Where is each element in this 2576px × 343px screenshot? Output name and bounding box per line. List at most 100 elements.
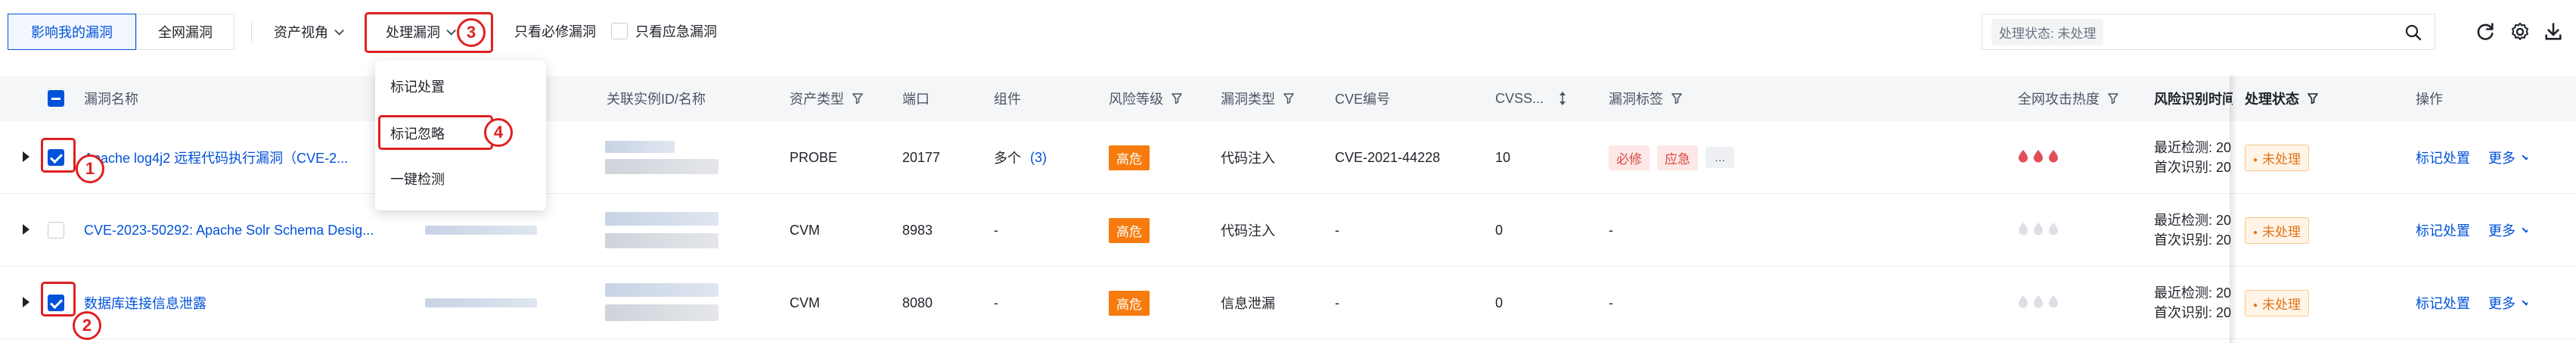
select-all-checkbox[interactable] — [48, 90, 64, 107]
status-cell: 未处理 — [2245, 267, 2310, 339]
component-text: - — [994, 295, 998, 310]
mark-handle-link[interactable]: 标记处置 — [2416, 121, 2470, 194]
only-emergency-checkbox[interactable]: 只看应急漏洞 — [611, 21, 717, 41]
vuln-name-link[interactable]: Apache log4j2 远程代码执行漏洞（CVE-2... — [84, 121, 402, 194]
risk-badge: 高危 — [1109, 290, 1150, 316]
filter-icon[interactable] — [1283, 92, 1295, 104]
select-all-cell[interactable] — [48, 76, 64, 121]
vuln-name-text: CVE-2023-50292: Apache Solr Schema Desig… — [84, 222, 374, 238]
filter-tag-status[interactable]: 处理状态: 未处理 — [1991, 18, 2104, 45]
status-badge: 未处理 — [2245, 289, 2310, 316]
port-text: 20177 — [902, 149, 941, 165]
tab-all-vulns[interactable]: 全网漏洞 — [136, 14, 234, 50]
row-select-cell[interactable] — [48, 194, 64, 267]
cve-text: CVE-2021-44228 — [1335, 149, 1441, 165]
col-risk-time: 风险识别时间 — [2154, 76, 2233, 121]
highlight-mark-ignore — [378, 115, 493, 150]
sort-icon[interactable] — [1557, 91, 1568, 106]
risk-cell: 高危 — [1109, 194, 1150, 267]
cvss-text: 0 — [1495, 295, 1504, 310]
table-row[interactable]: 数据库连接信息泄露 CVM 8080 - 高危 信息泄漏 - 0 - 最近检测:… — [0, 267, 2576, 339]
gear-icon[interactable] — [2509, 21, 2531, 42]
mark-handle-link[interactable]: 标记处置 — [2416, 267, 2470, 339]
mark-handle-text: 标记处置 — [2416, 296, 2470, 311]
risk-badge: 高危 — [1109, 145, 1150, 170]
status-badge: 未处理 — [2245, 217, 2310, 244]
risk-cell: 高危 — [1109, 121, 1150, 194]
vuln-name-link[interactable]: 数据库连接信息泄露 — [84, 267, 402, 339]
tags-cell: - — [1609, 267, 1613, 339]
status-cell: 未处理 — [2245, 121, 2310, 194]
only-must-fix-label: 只看必修漏洞 — [514, 24, 596, 39]
col-risk-time-label: 风险识别时间 — [2154, 92, 2233, 107]
filter-icon[interactable] — [852, 92, 864, 104]
chevron-down-icon — [2522, 224, 2528, 233]
refresh-icon[interactable] — [2475, 21, 2496, 42]
col-heat-label: 全网攻击热度 — [2018, 92, 2100, 107]
row-checkbox[interactable] — [48, 222, 64, 239]
vuln-type-cell: 代码注入 — [1221, 194, 1275, 267]
col-asset-type-label: 资产类型 — [790, 92, 844, 107]
menu-item-mark-handle[interactable]: 标记处置 — [381, 68, 540, 104]
status-cell: 未处理 — [2245, 194, 2310, 267]
mark-handle-link[interactable]: 标记处置 — [2416, 194, 2470, 267]
tag-more[interactable]: ... — [1705, 147, 1735, 168]
chevron-down-icon — [2522, 151, 2528, 161]
col-tags: 漏洞标签 — [1609, 76, 1683, 121]
tab-affecting-me[interactable]: 影响我的漏洞 — [8, 14, 136, 50]
vuln-type-cell: 信息泄漏 — [1221, 267, 1275, 339]
expand-row-icon[interactable] — [23, 297, 29, 307]
asset-type-text: CVM — [790, 295, 820, 310]
toolbar-divider — [251, 21, 252, 42]
filter-search-input[interactable]: 处理状态: 未处理 — [1982, 14, 2435, 50]
risk-cell: 高危 — [1109, 267, 1150, 339]
step-badge: 2 — [73, 311, 101, 340]
menu-item-one-click-detect[interactable]: 一键检测 — [381, 161, 540, 197]
col-port: 端口 — [902, 76, 930, 121]
more-actions-dropdown[interactable]: 更多 — [2488, 194, 2528, 267]
filter-icon[interactable] — [1171, 92, 1183, 104]
only-must-fix-checkbox[interactable]: 只看必修漏洞 — [514, 21, 596, 41]
redacted-block — [605, 233, 718, 248]
asset-type-cell: CVM — [790, 194, 820, 267]
expand-row-icon[interactable] — [23, 151, 29, 162]
filter-icon[interactable] — [2307, 92, 2319, 104]
vuln-type-cell: 代码注入 — [1221, 121, 1275, 194]
filter-icon[interactable] — [2107, 92, 2119, 104]
heat-cell — [2018, 267, 2059, 339]
col-ops-label: 操作 — [2416, 92, 2443, 107]
more-actions-dropdown[interactable]: 更多 — [2488, 267, 2528, 339]
chevron-down-icon — [2522, 297, 2528, 306]
chevron-down-icon — [334, 25, 344, 36]
mark-handle-text: 标记处置 — [2416, 223, 2470, 239]
expand-row-icon[interactable] — [23, 224, 29, 235]
risk-time-cell: 最近检测: 20 首次识别: 20 — [2154, 121, 2233, 194]
redacted-block — [605, 159, 718, 174]
highlight-row-checkbox — [41, 282, 76, 316]
col-name-label: 漏洞名称 — [84, 92, 138, 107]
filter-icon[interactable] — [1671, 92, 1683, 104]
component-cell: - — [994, 194, 998, 267]
component-cell: - — [994, 267, 998, 339]
vuln-name-link[interactable]: CVE-2023-50292: Apache Solr Schema Desig… — [84, 194, 402, 267]
download-icon[interactable] — [2543, 21, 2564, 42]
component-text: - — [994, 222, 998, 238]
cve-text: - — [1335, 295, 1339, 310]
search-icon[interactable] — [2404, 23, 2422, 42]
col-vuln-type-label: 漏洞类型 — [1221, 92, 1275, 107]
component-text: 多个 — [994, 151, 1021, 166]
redacted-block — [605, 141, 675, 153]
checkbox-box[interactable] — [611, 23, 628, 39]
component-count-link[interactable]: (3) — [1030, 150, 1047, 166]
col-cvss-label: CVSS... — [1495, 90, 1544, 106]
col-cve: CVE编号 — [1335, 76, 1390, 121]
asset-view-dropdown[interactable]: 资产视角 — [265, 14, 350, 50]
more-actions-dropdown[interactable]: 更多 — [2488, 121, 2528, 194]
tags-cell: - — [1609, 194, 1613, 267]
redacted-block — [425, 226, 537, 235]
cvss-text: 0 — [1495, 222, 1504, 238]
last-detect-text: 最近检测: 20 — [2154, 140, 2232, 155]
vuln-type-text: 代码注入 — [1221, 151, 1275, 166]
flame-icon — [2018, 222, 2028, 239]
vuln-type-text: 信息泄漏 — [1221, 296, 1275, 311]
